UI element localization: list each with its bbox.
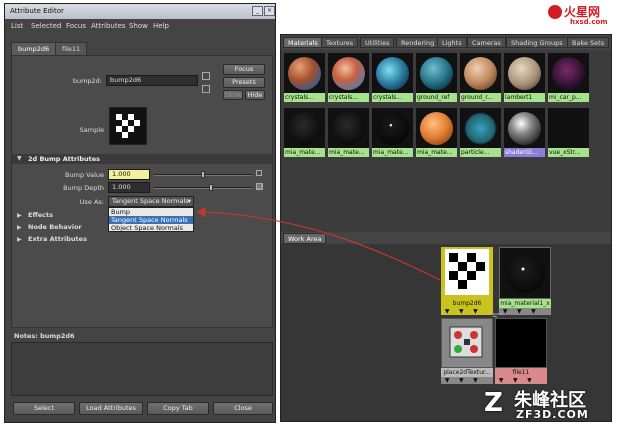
- hxsd-logo-url: hxsd.com: [570, 18, 608, 26]
- zf3d-logo-url: ZF3D.COM: [516, 408, 589, 421]
- annotation-arrow: [196, 207, 441, 281]
- zf3d-logo: Z 朱峰社区 ZF3D.COM: [484, 384, 612, 424]
- zf3d-logo-mark: Z: [484, 388, 503, 418]
- hxsd-logo-mark: [548, 5, 562, 19]
- hxsd-logo: 火星网 hxsd.com: [548, 3, 614, 29]
